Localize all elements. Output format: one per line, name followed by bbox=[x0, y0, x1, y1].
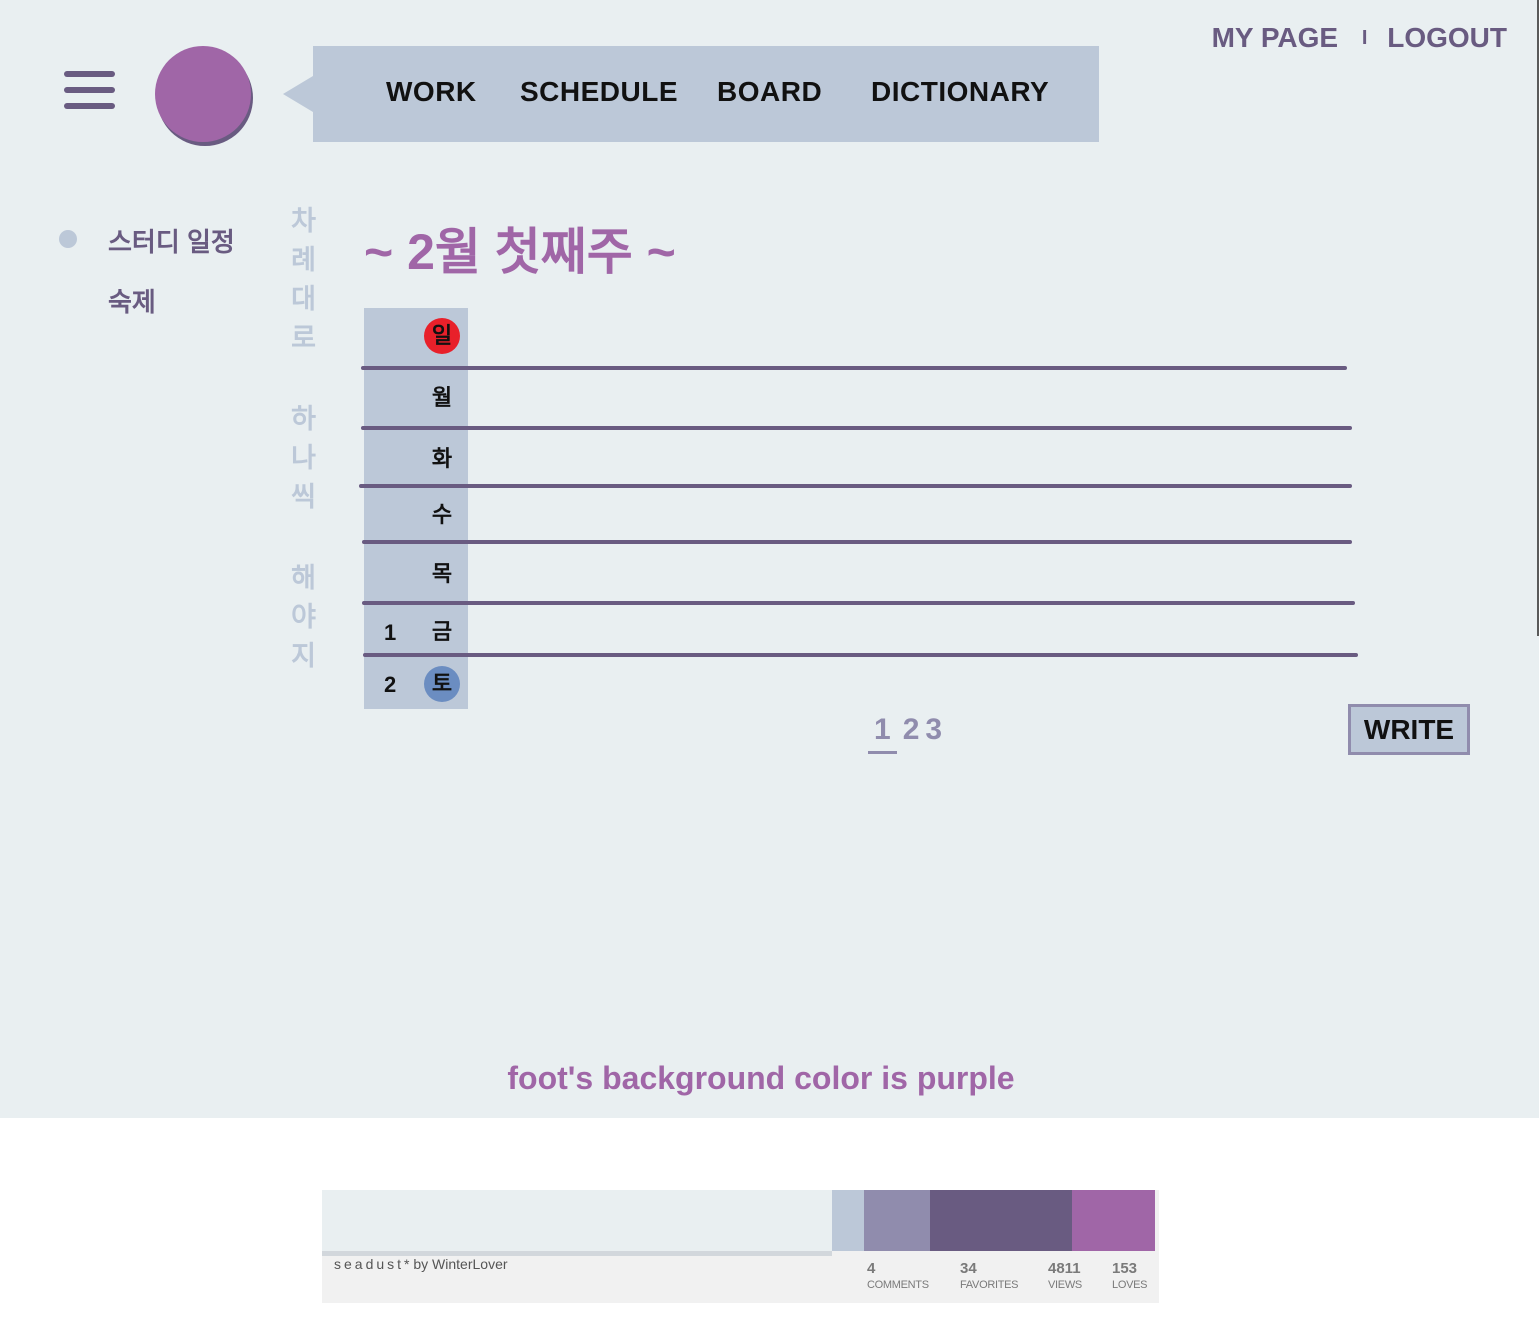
row-divider bbox=[359, 484, 1352, 488]
row-divider bbox=[361, 366, 1347, 370]
nav-work[interactable]: WORK bbox=[386, 76, 477, 108]
palette-name: seadust bbox=[334, 1256, 405, 1272]
logo[interactable] bbox=[155, 46, 251, 142]
footer-note: foot's background color is purple bbox=[507, 1060, 1015, 1096]
pagination: 123 bbox=[868, 713, 948, 754]
day-thursday: 목 bbox=[431, 561, 453, 586]
stat-comments: 4 COMMENTS bbox=[867, 1260, 929, 1291]
main-nav: WORK SCHEDULE BOARD DICTIONARY bbox=[313, 46, 1099, 142]
swatch-1 bbox=[322, 1190, 832, 1251]
stat-value: 34 bbox=[960, 1260, 977, 1277]
menu-icon-bar bbox=[64, 87, 115, 93]
swatch-5 bbox=[1072, 1190, 1155, 1251]
stat-favorites: 34 FAVORITES bbox=[960, 1260, 1019, 1291]
swatch-2 bbox=[832, 1190, 864, 1251]
swatch-4 bbox=[930, 1190, 1072, 1251]
sidebar-item-homework[interactable]: 숙제 bbox=[108, 282, 156, 319]
logout-link[interactable]: LOGOUT bbox=[1387, 22, 1507, 53]
day-friday: 금 bbox=[431, 619, 453, 644]
page-2-link[interactable]: 2 bbox=[903, 713, 920, 747]
page-3-link[interactable]: 3 bbox=[925, 713, 942, 747]
date-friday: 1 bbox=[384, 620, 397, 645]
row-divider bbox=[363, 653, 1358, 657]
vertical-caption: 차례대로 하나씩 해야지 bbox=[286, 206, 316, 680]
color-palette-card: seadust* by WinterLover 4 COMMENTS 34 FA… bbox=[322, 1190, 1159, 1303]
menu-icon[interactable] bbox=[64, 71, 115, 109]
day-tuesday: 화 bbox=[431, 446, 453, 471]
date-saturday: 2 bbox=[384, 672, 397, 697]
page-title: ~ 2월 첫째주 ~ bbox=[364, 224, 676, 280]
nav-board[interactable]: BOARD bbox=[717, 76, 822, 108]
row-divider bbox=[361, 426, 1352, 430]
nav-schedule[interactable]: SCHEDULE bbox=[520, 76, 678, 108]
menu-icon-bar bbox=[64, 103, 115, 109]
stat-label: LOVES bbox=[1112, 1279, 1148, 1291]
account-links: MY PAGE I LOGOUT bbox=[1212, 22, 1507, 54]
day-sunday: 일 bbox=[424, 318, 460, 354]
page-1-link[interactable]: 1 bbox=[868, 713, 897, 754]
write-button[interactable]: WRITE bbox=[1348, 704, 1470, 755]
stat-views: 4811 VIEWS bbox=[1048, 1260, 1082, 1291]
stat-label: VIEWS bbox=[1048, 1279, 1082, 1291]
sidebar-item-study-schedule[interactable]: 스터디 일정 bbox=[108, 222, 235, 259]
link-separator: I bbox=[1361, 27, 1368, 49]
stat-value: 4811 bbox=[1048, 1260, 1081, 1277]
nav-pointer bbox=[283, 76, 313, 112]
swatch-3 bbox=[864, 1190, 930, 1251]
stat-loves: 153 LOVES bbox=[1112, 1260, 1147, 1291]
day-monday: 월 bbox=[431, 385, 453, 410]
row-divider bbox=[362, 601, 1355, 605]
stat-label: COMMENTS bbox=[867, 1279, 929, 1291]
stat-label: FAVORITES bbox=[960, 1279, 1019, 1291]
day-saturday: 토 bbox=[424, 666, 460, 702]
page-background bbox=[0, 0, 1539, 1118]
palette-credit: seadust* by WinterLover bbox=[334, 1256, 508, 1272]
menu-icon-bar bbox=[64, 71, 115, 77]
nav-dictionary[interactable]: DICTIONARY bbox=[871, 76, 1049, 108]
stat-value: 153 bbox=[1112, 1260, 1138, 1277]
active-indicator bbox=[59, 230, 77, 248]
palette-author: * by WinterLover bbox=[404, 1256, 508, 1272]
stat-value: 4 bbox=[867, 1260, 876, 1277]
row-divider bbox=[362, 540, 1352, 544]
my-page-link[interactable]: MY PAGE bbox=[1212, 22, 1339, 53]
day-wednesday: 수 bbox=[431, 502, 453, 527]
